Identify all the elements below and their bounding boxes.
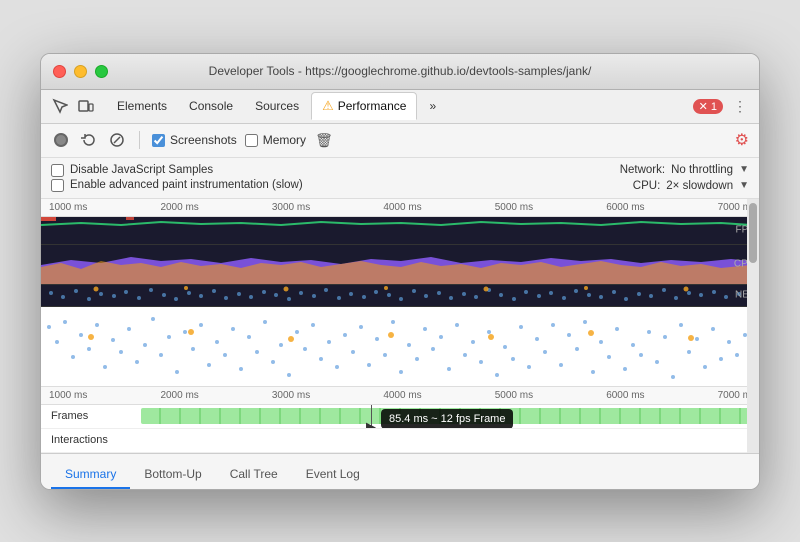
clear-button[interactable]	[107, 130, 127, 150]
cpu-label: CPU:	[633, 180, 660, 192]
frames-content[interactable]: ▶ 85.4 ms ~ 12 fps Frame	[141, 405, 759, 428]
tab-console-label: Console	[189, 99, 233, 113]
enable-paint-option[interactable]: Enable advanced paint instrumentation (s…	[51, 179, 303, 192]
net-lane[interactable]: NET	[41, 285, 759, 307]
mark-6: 7000 m	[718, 202, 751, 213]
settings-icon[interactable]: ⚙	[735, 130, 749, 150]
tab-performance[interactable]: ⚠ Performance	[311, 92, 417, 120]
frames-label: Frames	[41, 410, 141, 422]
trash-icon[interactable]: 🗑	[314, 130, 334, 150]
scrollbar[interactable]	[747, 199, 759, 453]
mark-5: 6000 ms	[606, 202, 644, 213]
network-dropdown-row: Network: No throttling ▼	[620, 164, 749, 176]
cpu-dropdown-arrow[interactable]: ▼	[739, 180, 749, 191]
maximize-button[interactable]	[95, 65, 108, 78]
tab-bottom-up[interactable]: Bottom-Up	[130, 461, 215, 489]
timeline-container: 1000 ms 2000 ms 3000 ms 4000 ms 5000 ms …	[41, 199, 759, 453]
cursor-arrow: ▶	[366, 419, 376, 428]
enable-paint-label: Enable advanced paint instrumentation (s…	[70, 179, 303, 191]
mark-2: 3000 ms	[272, 202, 310, 213]
tab-bottom-up-label: Bottom-Up	[144, 467, 201, 481]
flame-area[interactable]	[41, 307, 759, 387]
mark-0: 1000 ms	[49, 202, 87, 213]
bmark-3: 4000 ms	[383, 390, 421, 401]
title-bar: Developer Tools - https://googlechrome.g…	[41, 54, 759, 90]
bottom-time-ruler-marks: 1000 ms 2000 ms 3000 ms 4000 ms 5000 ms …	[41, 390, 759, 401]
record-button[interactable]	[51, 130, 71, 150]
frames-bar	[141, 408, 759, 424]
memory-label: Memory	[263, 133, 306, 147]
tab-event-log[interactable]: Event Log	[292, 461, 374, 489]
window-title: Developer Tools - https://googlechrome.g…	[209, 64, 592, 78]
tab-performance-label: Performance	[338, 99, 407, 113]
tab-sources-label: Sources	[255, 99, 299, 113]
cpu-value: 2× slowdown	[666, 180, 733, 192]
tab-call-tree-label: Call Tree	[230, 467, 278, 481]
bottom-time-ruler: 1000 ms 2000 ms 3000 ms 4000 ms 5000 ms …	[41, 387, 759, 405]
frames-row: Frames ▶ 85.4 ms ~ 12 fps Frame	[41, 405, 759, 429]
reload-button[interactable]	[79, 130, 99, 150]
interactions-label: Interactions	[41, 434, 141, 446]
mark-3: 4000 ms	[383, 202, 421, 213]
disable-js-samples-option[interactable]: Disable JavaScript Samples	[51, 164, 303, 177]
fps-lane[interactable]: FPS	[41, 217, 759, 245]
bottom-tabs: Summary Bottom-Up Call Tree Event Log	[41, 453, 759, 489]
network-label: Network:	[620, 164, 665, 176]
memory-checkbox[interactable]	[245, 134, 258, 147]
traffic-lights	[53, 65, 108, 78]
bmark-4: 5000 ms	[495, 390, 533, 401]
bmark-2: 3000 ms	[272, 390, 310, 401]
tab-bar: Elements Console Sources ⚠ Performance »…	[41, 90, 759, 124]
cpu-dropdown-row: CPU: 2× slowdown ▼	[633, 180, 749, 192]
disable-js-samples-label: Disable JavaScript Samples	[70, 164, 213, 176]
tab-elements[interactable]: Elements	[107, 92, 177, 120]
screenshots-checkbox-label[interactable]: Screenshots	[152, 133, 237, 147]
scrollbar-thumb[interactable]	[749, 203, 757, 263]
tab-more-label: »	[429, 99, 436, 113]
tab-elements-label: Elements	[117, 99, 167, 113]
bmark-1: 2000 ms	[160, 390, 198, 401]
interactions-row: Interactions	[41, 429, 759, 453]
tab-summary[interactable]: Summary	[51, 461, 130, 489]
devtools-window: Developer Tools - https://googlechrome.g…	[40, 53, 760, 490]
tab-event-log-label: Event Log	[306, 467, 360, 481]
options-right: Network: No throttling ▼ CPU: 2× slowdow…	[620, 164, 749, 192]
tab-bar-right: ✕ 1 ⋮	[693, 95, 751, 117]
enable-paint-checkbox[interactable]	[51, 179, 64, 192]
top-time-ruler: 1000 ms 2000 ms 3000 ms 4000 ms 5000 ms …	[41, 199, 759, 217]
screenshots-label: Screenshots	[170, 133, 237, 147]
bmark-5: 6000 ms	[606, 390, 644, 401]
inspect-icon[interactable]	[49, 95, 71, 117]
tab-more[interactable]: »	[419, 92, 446, 120]
tab-bar-icons	[49, 95, 97, 117]
separator-1	[139, 131, 140, 149]
tab-sources[interactable]: Sources	[245, 92, 309, 120]
cpu-lane[interactable]: CPU	[41, 245, 759, 285]
error-badge-label: ✕ 1	[699, 100, 717, 113]
options-bar: Disable JavaScript Samples Enable advanc…	[41, 158, 759, 199]
device-toggle-icon[interactable]	[75, 95, 97, 117]
tab-summary-label: Summary	[65, 467, 116, 481]
warning-icon: ⚠	[322, 98, 334, 114]
error-badge[interactable]: ✕ 1	[693, 99, 723, 114]
interactions-content[interactable]	[141, 429, 759, 452]
mark-4: 5000 ms	[495, 202, 533, 213]
minimize-button[interactable]	[74, 65, 87, 78]
mark-1: 2000 ms	[160, 202, 198, 213]
network-dropdown-arrow[interactable]: ▼	[739, 164, 749, 175]
tab-console[interactable]: Console	[179, 92, 243, 120]
options-left: Disable JavaScript Samples Enable advanc…	[51, 162, 303, 194]
screenshots-checkbox[interactable]	[152, 134, 165, 147]
bmark-6: 7000 m	[718, 390, 751, 401]
top-time-ruler-marks: 1000 ms 2000 ms 3000 ms 4000 ms 5000 ms …	[41, 202, 759, 213]
close-button[interactable]	[53, 65, 66, 78]
toolbar: Screenshots Memory 🗑 ⚙	[41, 124, 759, 158]
memory-checkbox-label[interactable]: Memory	[245, 133, 306, 147]
disable-js-samples-checkbox[interactable]	[51, 164, 64, 177]
more-options-icon[interactable]: ⋮	[729, 95, 751, 117]
network-value: No throttling	[671, 164, 733, 176]
tab-call-tree[interactable]: Call Tree	[216, 461, 292, 489]
bmark-0: 1000 ms	[49, 390, 87, 401]
